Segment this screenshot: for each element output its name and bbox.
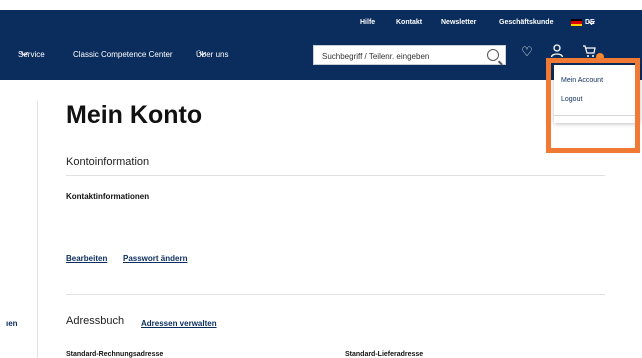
german-flag-icon[interactable] <box>571 19 582 26</box>
edit-link[interactable]: Bearbeiten <box>66 254 107 263</box>
highlight-box <box>546 58 640 153</box>
sidebar-divider <box>37 101 38 358</box>
sidebar-item-cutoff[interactable]: ıen <box>6 319 18 328</box>
search-box <box>313 45 506 66</box>
default-shipping-address-heading: Standard-Lieferadresse <box>345 351 424 358</box>
search-input[interactable] <box>314 47 474 66</box>
help-link[interactable]: Hilfe <box>360 19 375 26</box>
contact-info-heading: Kontaktinformationen <box>66 192 150 201</box>
business-customer-link[interactable]: Geschäftskunde <box>499 19 553 26</box>
default-billing-address-heading: Standard-Rechnungsadresse <box>66 351 164 358</box>
page-title: Mein Konto <box>66 101 203 129</box>
change-password-link[interactable]: Passwort ändern <box>123 254 187 263</box>
nav-classic-competence-center[interactable]: Classic Competence Center <box>73 50 173 59</box>
newsletter-link[interactable]: Newsletter <box>441 19 476 26</box>
contact-link[interactable]: Kontakt <box>396 19 422 26</box>
manage-addresses-link[interactable]: Adressen verwalten <box>141 319 217 328</box>
section-divider <box>66 294 605 295</box>
wishlist-heart-icon[interactable]: ♡ <box>519 44 535 60</box>
section-divider <box>66 175 605 176</box>
account-info-heading: Kontoinformation <box>66 156 150 168</box>
address-book-heading: Adressbuch <box>66 315 125 327</box>
search-icon[interactable] <box>487 49 499 61</box>
top-links-bar: Hilfe Kontakt Newsletter Geschäftskunde … <box>0 17 642 31</box>
